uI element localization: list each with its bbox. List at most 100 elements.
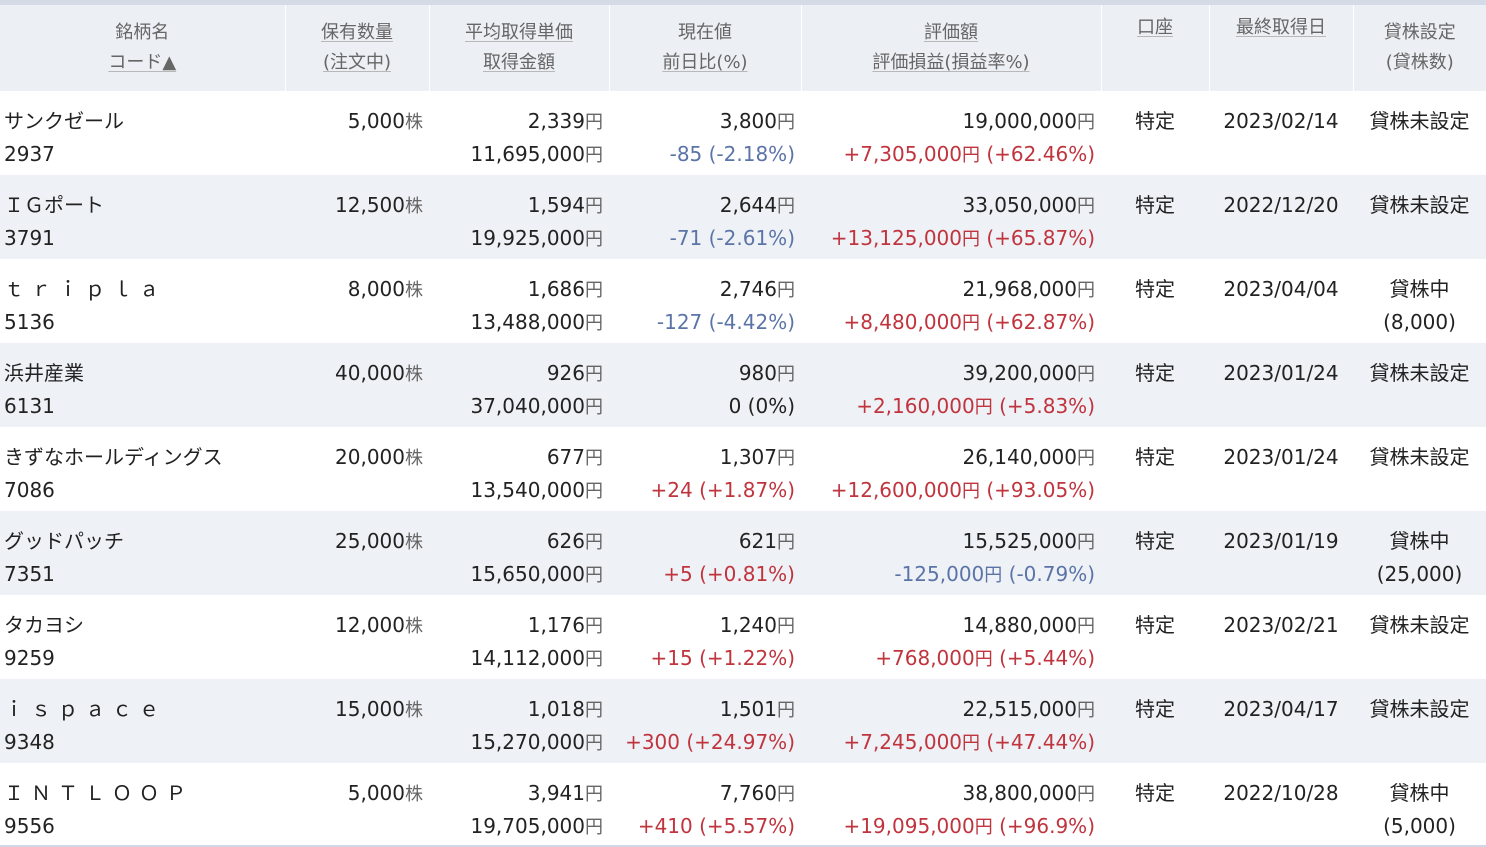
lending-status: 貸株中 [1389, 277, 1450, 301]
cost-value: 11,695,000 [470, 142, 585, 166]
cost-value: 13,540,000 [470, 478, 585, 502]
average-price-cell: 3,941円 19,705,000円 [429, 763, 609, 847]
sort-by-account-link[interactable]: 口座 [1102, 13, 1209, 43]
valuation-value: 21,968,000 [962, 277, 1077, 301]
table-row: タカヨシ 9259 12,000株 1,176円 14,112,000円 1,2… [0, 595, 1486, 679]
average-price-cell: 1,594円 19,925,000円 [429, 175, 609, 259]
last-acquired-date: 2023/01/24 [1223, 445, 1339, 469]
quantity-value: 12,500 [335, 193, 405, 217]
lending-status: 貸株未設定 [1369, 193, 1470, 217]
quantity-cell: 20,000株 [285, 427, 429, 511]
current-price-value: 3,800 [719, 109, 777, 133]
cost-line: 13,540,000円 [429, 474, 603, 507]
yen-unit: 円 [585, 817, 603, 838]
yen-unit: 円 [1077, 280, 1095, 301]
yen-unit: 円 [777, 280, 795, 301]
cost-line: 37,040,000円 [429, 390, 603, 423]
average-price-line: 1,594円 [429, 189, 603, 222]
profit-loss-line: +7,305,000円 (+62.46%) [801, 138, 1095, 171]
sort-by-valuation-link[interactable]: 評価額 [802, 18, 1101, 48]
name-cell: ｉｓｐａｃｅ 9348 [0, 679, 285, 763]
account-cell: 特定 [1101, 595, 1209, 679]
profit-loss-amount: +19,095,000 [843, 814, 975, 838]
stock-name-link[interactable]: 浜井産業 [4, 357, 285, 390]
sort-by-date-link[interactable]: 最終取得日 [1210, 13, 1353, 43]
quantity-line: 5,000株 [285, 105, 423, 138]
sort-by-profit-link[interactable]: 評価損益(損益率%) [802, 48, 1101, 78]
sort-by-code-link[interactable]: コード▲ [0, 48, 285, 78]
lending-cell: 貸株未設定 [1353, 175, 1486, 259]
current-price-line: 1,307円 [609, 441, 795, 474]
average-price-value: 2,339 [527, 109, 585, 133]
table-row: ｉｓｐａｃｅ 9348 15,000株 1,018円 15,270,000円 1… [0, 679, 1486, 763]
quantity-line: 12,000株 [285, 609, 423, 642]
stock-name-link[interactable]: サンクゼール [4, 105, 285, 138]
current-price-cell: 2,644円 -71 (-2.61%) [609, 175, 801, 259]
header-name-code: 銘柄名 コード▲ [0, 5, 286, 91]
quantity-value: 40,000 [335, 361, 405, 385]
stock-name-link[interactable]: タカヨシ [4, 609, 285, 642]
current-price-value: 1,307 [719, 445, 777, 469]
yen-unit: 円 [962, 313, 981, 334]
current-price-cell: 1,307円 +24 (+1.87%) [609, 427, 801, 511]
account-cell: 特定 [1101, 679, 1209, 763]
name-cell: グッドパッチ 7351 [0, 511, 285, 595]
header-current-price: 現在値 前日比(%) [609, 5, 802, 91]
lending-cell: 貸株未設定 [1353, 427, 1486, 511]
quantity-line: 8,000株 [285, 273, 423, 306]
sort-by-quantity-link[interactable]: 保有数量 [286, 18, 429, 48]
lending-cell: 貸株未設定 [1353, 91, 1486, 175]
lending-status: 貸株中 [1389, 529, 1450, 553]
quantity-line: 5,000株 [285, 777, 423, 810]
sort-by-change-link[interactable]: 前日比(%) [610, 48, 801, 78]
valuation-cell: 19,000,000円 +7,305,000円 (+62.46%) [801, 91, 1101, 175]
last-acquired-date: 2023/01/24 [1223, 361, 1339, 385]
current-price-cell: 621円 +5 (+0.81%) [609, 511, 801, 595]
profit-loss-line: +12,600,000円 (+93.05%) [801, 474, 1095, 507]
average-price-cell: 626円 15,650,000円 [429, 511, 609, 595]
profit-loss-amount: -125,000 [894, 562, 985, 586]
yen-unit: 円 [585, 649, 603, 670]
last-acquired-date: 2023/04/17 [1223, 697, 1339, 721]
yen-unit: 円 [777, 700, 795, 721]
cost-value: 37,040,000 [470, 394, 585, 418]
sort-by-cost-link[interactable]: 取得金額 [430, 48, 609, 78]
valuation-cell: 26,140,000円 +12,600,000円 (+93.05%) [801, 427, 1101, 511]
sort-by-pending-link[interactable]: (注文中) [286, 48, 429, 78]
account-type: 特定 [1135, 445, 1175, 469]
quantity-value: 25,000 [335, 529, 405, 553]
yen-unit: 円 [777, 448, 795, 469]
lending-cell: 貸株未設定 [1353, 343, 1486, 427]
stock-name-link[interactable]: ｉｓｐａｃｅ [4, 693, 285, 726]
quantity-value: 15,000 [335, 697, 405, 721]
sort-by-average-price-link[interactable]: 平均取得単価 [430, 18, 609, 48]
yen-unit: 円 [585, 313, 603, 334]
name-cell: ＩＮＴＬＯＯＰ 9556 [0, 763, 285, 847]
yen-unit: 円 [962, 145, 981, 166]
cost-line: 19,705,000円 [429, 810, 603, 843]
valuation-value: 14,880,000 [962, 613, 1077, 637]
lending-quantity [1353, 222, 1486, 255]
stock-code: 6131 [4, 394, 55, 418]
current-price-value: 2,746 [719, 277, 777, 301]
quantity-value: 5,000 [347, 781, 405, 805]
table-row: 浜井産業 6131 40,000株 926円 37,040,000円 980円 … [0, 343, 1486, 427]
stock-name-link[interactable]: きずなホールディングス [4, 441, 285, 474]
stock-name-link[interactable]: ＩＧポート [4, 189, 285, 222]
stock-name-link[interactable]: ｔｒｉｐｌａ [4, 273, 285, 306]
stock-name-link[interactable]: グッドパッチ [4, 525, 285, 558]
shares-unit: 株 [405, 532, 423, 553]
last-date-cell: 2023/02/21 [1209, 595, 1353, 679]
last-acquired-date: 2023/04/04 [1223, 277, 1339, 301]
last-date-cell: 2022/10/28 [1209, 763, 1353, 847]
average-price-value: 1,594 [527, 193, 585, 217]
lending-quantity [1353, 474, 1486, 507]
yen-unit: 円 [1077, 616, 1095, 637]
average-price-line: 626円 [429, 525, 603, 558]
valuation-cell: 38,800,000円 +19,095,000円 (+96.9%) [801, 763, 1101, 847]
cost-value: 14,112,000 [470, 646, 585, 670]
stock-name-link[interactable]: ＩＮＴＬＯＯＰ [4, 777, 285, 810]
lending-status: 貸株中 [1389, 781, 1450, 805]
current-price-line: 2,644円 [609, 189, 795, 222]
day-change: -71 (-2.61%) [669, 226, 795, 250]
